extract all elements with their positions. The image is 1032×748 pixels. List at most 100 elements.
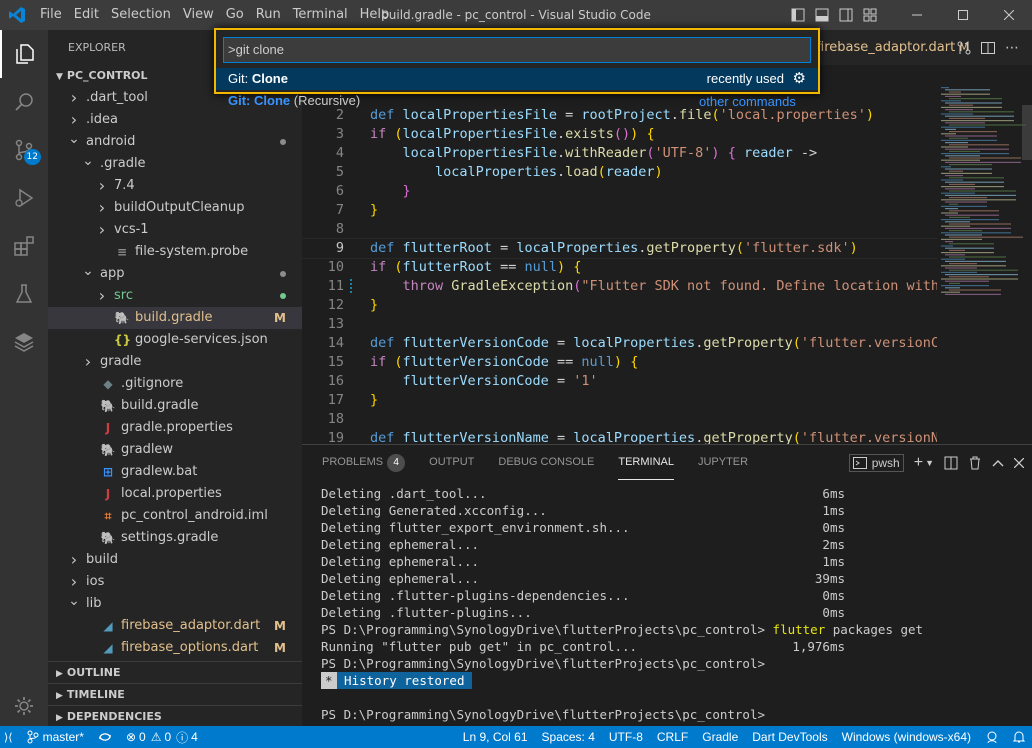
tab-debug-console[interactable]: DEBUG CONSOLE	[498, 445, 594, 480]
new-terminal-icon[interactable]: +	[914, 454, 923, 472]
toggle-secondary-sidebar-icon[interactable]	[834, 0, 858, 30]
timeline-label: TIMELINE	[66, 688, 125, 701]
tree-folder[interactable]: ⌄ lib	[48, 593, 302, 615]
menu-view[interactable]: View	[177, 0, 220, 30]
menu-run[interactable]: Run	[250, 0, 287, 30]
toggle-panel-icon[interactable]	[810, 0, 834, 30]
tree-folder[interactable]: ⌄ app	[48, 263, 302, 285]
tree-file[interactable]: 🐘 gradlew	[48, 439, 302, 461]
branch-indicator[interactable]: master*	[20, 730, 91, 744]
open-changes-icon[interactable]	[952, 36, 976, 60]
split-editor-icon[interactable]	[976, 36, 1000, 60]
gear-icon[interactable]: ⚙	[793, 68, 806, 90]
tab-jupyter[interactable]: JUPYTER	[698, 445, 748, 480]
tree-file[interactable]: ◆ .gitignore	[48, 373, 302, 395]
maximize-panel-icon[interactable]	[992, 457, 1004, 469]
maximize-icon[interactable]	[940, 0, 986, 30]
dart-devtools[interactable]: Dart DevTools	[745, 730, 834, 744]
file-type-icon: 🐘	[100, 443, 116, 457]
dependencies-section[interactable]: ▶ DEPENDENCIES	[48, 705, 302, 727]
tree-file[interactable]: 🐘 build.gradle	[48, 395, 302, 417]
tree-item-label: firebase_adaptor.dart	[121, 618, 261, 633]
tree-folder[interactable]: › vcs-1	[48, 219, 302, 241]
tab-output[interactable]: OUTPUT	[429, 445, 474, 480]
extensions-icon[interactable]	[0, 222, 48, 270]
tree-file[interactable]: {} google-services.json	[48, 329, 302, 351]
tab-problems[interactable]: PROBLEMS 4	[322, 445, 406, 480]
file-type-icon: ◢	[103, 619, 113, 633]
tree-folder[interactable]: › .idea	[48, 109, 302, 131]
encoding[interactable]: UTF-8	[602, 730, 650, 744]
customize-layout-icon[interactable]	[858, 0, 882, 30]
menu-go[interactable]: Go	[220, 0, 250, 30]
account-icon[interactable]	[0, 686, 48, 726]
menu-file[interactable]: File	[34, 0, 68, 30]
tree-file[interactable]: 🐘 build.gradle M	[48, 307, 302, 329]
tree-file[interactable]: ◢ firebase_adaptor.dart M	[48, 615, 302, 637]
line-ending[interactable]: CRLF	[650, 730, 695, 744]
search-icon[interactable]	[0, 78, 48, 126]
split-terminal-icon[interactable]	[944, 456, 958, 470]
tree-file[interactable]: Jgradle.properties	[48, 417, 302, 439]
tree-folder[interactable]: › ios	[48, 571, 302, 593]
testing-icon[interactable]	[0, 270, 48, 318]
language-mode[interactable]: Gradle	[695, 730, 745, 744]
tree-file[interactable]: 🐘 settings.gradle	[48, 527, 302, 549]
branch-name: master*	[42, 730, 84, 744]
tree-folder[interactable]: › buildOutputCleanup	[48, 197, 302, 219]
trash-icon[interactable]	[968, 456, 982, 470]
device-selector[interactable]: Windows (windows-x64)	[835, 730, 978, 744]
tree-item-label: firebase_options.dart	[121, 640, 259, 655]
source-control-icon[interactable]: 12	[0, 126, 48, 174]
menu-help[interactable]: Help	[354, 0, 396, 30]
tree-file[interactable]: ◢ firebase_options.dart M	[48, 637, 302, 659]
code-line: 9 def flutterRoot = localProperties.getPr…	[302, 238, 937, 259]
feedback-icon[interactable]	[978, 730, 1006, 744]
panel-actions: pwsh + ▼	[839, 445, 1024, 480]
command-palette-input[interactable]: >git clone	[223, 37, 811, 63]
more-actions-icon[interactable]: ⋯	[1000, 36, 1024, 60]
minimap[interactable]	[937, 65, 1032, 444]
menu-terminal[interactable]: Terminal	[287, 0, 354, 30]
close-panel-icon[interactable]	[1014, 457, 1024, 468]
line-number: 19	[327, 430, 344, 444]
close-icon[interactable]	[986, 0, 1032, 30]
menu-edit[interactable]: Edit	[68, 0, 105, 30]
outline-section[interactable]: ▶ OUTLINE	[48, 661, 302, 683]
explorer-icon[interactable]	[0, 30, 48, 78]
tree-file[interactable]: Jlocal.properties	[48, 483, 302, 505]
tree-folder[interactable]: › src	[48, 285, 302, 307]
terminal-output[interactable]: Deleting .dart_tool... 6ms Deleting Genera…	[321, 485, 1021, 723]
remote-explorer-icon[interactable]	[0, 318, 48, 366]
terminal-line: Deleting Generated.xcconfig... 1ms	[321, 502, 1021, 519]
tree-folder[interactable]: ⌄ .gradle	[48, 153, 302, 175]
sync-icon[interactable]	[91, 731, 119, 743]
palette-item-git-clone-recursive[interactable]: Git: Clone (Recursive)	[214, 90, 360, 112]
tree-folder[interactable]: › gradle	[48, 351, 302, 373]
chevron-down-icon[interactable]: ▼	[925, 458, 934, 468]
remote-indicator[interactable]: ⟩⟨	[0, 731, 20, 744]
tree-file[interactable]: ⌗ pc_control_android.iml	[48, 505, 302, 527]
line-number: 18	[327, 411, 344, 427]
code-editor[interactable]: 2 def localPropertiesFile = rootProject.f…	[302, 65, 937, 444]
cursor-position[interactable]: Ln 9, Col 61	[456, 730, 535, 744]
terminal-shell-selector[interactable]: pwsh	[848, 453, 904, 472]
tab-firebase-adaptor[interactable]: firebase_adaptor.dart M	[816, 30, 969, 65]
palette-item-git-clone[interactable]: Git: Clone recently used ⚙	[216, 68, 818, 90]
timeline-section[interactable]: ▶ TIMELINE	[48, 683, 302, 705]
menu-selection[interactable]: Selection	[105, 0, 177, 30]
line-number: 14	[327, 335, 344, 351]
notifications-icon[interactable]	[1006, 730, 1032, 744]
toggle-sidebar-icon[interactable]	[786, 0, 810, 30]
problems-indicator[interactable]: ⊗ 0 ⚠ 0 ⓘ 4	[119, 729, 205, 746]
code-text: if (flutterRoot == null) {	[370, 259, 582, 275]
tree-file[interactable]: ⊞ gradlew.bat	[48, 461, 302, 483]
tree-folder[interactable]: › 7.4	[48, 175, 302, 197]
run-debug-icon[interactable]	[0, 174, 48, 222]
minimize-icon[interactable]	[894, 0, 940, 30]
tab-terminal[interactable]: TERMINAL	[618, 445, 674, 480]
terminal-line: Deleting flutter_export_environment.sh..…	[321, 519, 1021, 536]
tree-folder[interactable]: › build	[48, 549, 302, 571]
indentation[interactable]: Spaces: 4	[535, 730, 602, 744]
error-count: 0	[139, 730, 146, 744]
